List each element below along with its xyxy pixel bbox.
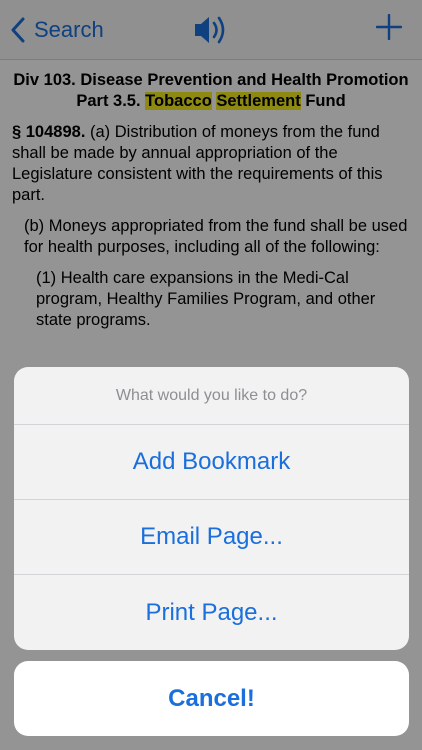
email-page-button[interactable]: Email Page...	[14, 500, 409, 575]
cancel-button[interactable]: Cancel!	[14, 661, 409, 736]
action-sheet-title: What would you like to do?	[14, 367, 409, 425]
add-bookmark-button[interactable]: Add Bookmark	[14, 425, 409, 500]
action-sheet: What would you like to do? Add Bookmark …	[14, 367, 409, 650]
print-page-button[interactable]: Print Page...	[14, 575, 409, 650]
